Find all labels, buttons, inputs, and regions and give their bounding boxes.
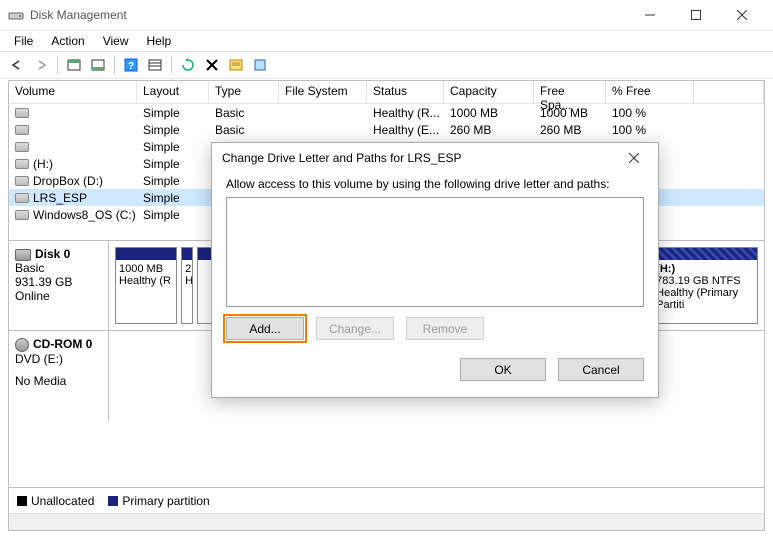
disk0-state: Online bbox=[15, 289, 102, 303]
legend-primary: Primary partition bbox=[108, 494, 209, 508]
legend-unallocated: Unallocated bbox=[17, 494, 94, 508]
drive-icon bbox=[15, 193, 29, 203]
titlebar: Disk Management bbox=[0, 0, 773, 31]
add-button[interactable]: Add... bbox=[226, 317, 304, 340]
header-status[interactable]: Status bbox=[367, 81, 444, 103]
partition[interactable]: 2H bbox=[181, 247, 193, 324]
dialog-close-button[interactable] bbox=[620, 146, 648, 170]
drive-icon bbox=[15, 176, 29, 186]
disk-icon bbox=[15, 249, 31, 261]
menubar: File Action View Help bbox=[0, 31, 773, 51]
svg-text:?: ? bbox=[128, 61, 134, 72]
cdrom-icon bbox=[15, 338, 29, 352]
drive-paths-listbox[interactable] bbox=[226, 197, 644, 307]
drive-icon bbox=[15, 125, 29, 135]
disk0-info[interactable]: Disk 0 Basic 931.39 GB Online bbox=[9, 241, 109, 330]
table-row[interactable]: SimpleBasicHealthy (R...1000 MB1000 MB10… bbox=[9, 104, 764, 121]
change-drive-letter-dialog: Change Drive Letter and Paths for LRS_ES… bbox=[211, 142, 659, 398]
settings-icon[interactable] bbox=[144, 54, 166, 76]
header-capacity[interactable]: Capacity bbox=[444, 81, 534, 103]
menu-action[interactable]: Action bbox=[43, 33, 92, 49]
drive-icon bbox=[15, 142, 29, 152]
drive-icon bbox=[15, 108, 29, 118]
minimize-button[interactable] bbox=[627, 0, 673, 30]
show-bottom-icon[interactable] bbox=[87, 54, 109, 76]
remove-button: Remove bbox=[406, 317, 484, 340]
disk0-size: 931.39 GB bbox=[15, 275, 102, 289]
partition[interactable]: 1000 MBHealthy (R bbox=[115, 247, 177, 324]
maximize-button[interactable] bbox=[673, 0, 719, 30]
primary-swatch bbox=[108, 496, 118, 506]
dialog-title: Change Drive Letter and Paths for LRS_ES… bbox=[222, 151, 461, 165]
horizontal-scrollbar[interactable] bbox=[9, 513, 764, 530]
cancel-button[interactable]: Cancel bbox=[558, 358, 644, 381]
disk0-type: Basic bbox=[15, 261, 102, 275]
ok-button[interactable]: OK bbox=[460, 358, 546, 381]
menu-file[interactable]: File bbox=[6, 33, 41, 49]
header-layout[interactable]: Layout bbox=[137, 81, 209, 103]
close-button[interactable] bbox=[719, 0, 765, 30]
toolbar: ? bbox=[0, 51, 773, 79]
drive-icon bbox=[15, 210, 29, 220]
cdrom-name: CD-ROM 0 bbox=[33, 337, 92, 351]
back-button[interactable] bbox=[6, 54, 28, 76]
properties-icon[interactable] bbox=[225, 54, 247, 76]
cdrom-info[interactable]: CD-ROM 0 DVD (E:) No Media bbox=[9, 331, 109, 421]
drive-icon bbox=[15, 159, 29, 169]
show-top-icon[interactable] bbox=[63, 54, 85, 76]
header-volume[interactable]: Volume bbox=[9, 81, 137, 103]
header-overflow[interactable] bbox=[694, 81, 764, 103]
dialog-titlebar: Change Drive Letter and Paths for LRS_ES… bbox=[212, 143, 658, 173]
table-row[interactable]: SimpleBasicHealthy (E...260 MB260 MB100 … bbox=[9, 121, 764, 138]
disk0-name: Disk 0 bbox=[35, 247, 70, 261]
disk-management-icon bbox=[8, 7, 24, 23]
help-icon[interactable]: ? bbox=[120, 54, 142, 76]
menu-help[interactable]: Help bbox=[139, 33, 180, 49]
cdrom-state: No Media bbox=[15, 374, 102, 388]
delete-icon[interactable] bbox=[201, 54, 223, 76]
menu-view[interactable]: View bbox=[95, 33, 137, 49]
header-filesystem[interactable]: File System bbox=[279, 81, 367, 103]
cdrom-type: DVD (E:) bbox=[15, 352, 102, 366]
dialog-instruction: Allow access to this volume by using the… bbox=[226, 177, 644, 191]
window-title: Disk Management bbox=[30, 8, 127, 22]
unallocated-swatch bbox=[17, 496, 27, 506]
header-free[interactable]: Free Spa... bbox=[534, 81, 606, 103]
action-icon[interactable] bbox=[249, 54, 271, 76]
volume-list-header: Volume Layout Type File System Status Ca… bbox=[9, 81, 764, 104]
forward-button[interactable] bbox=[30, 54, 52, 76]
refresh-icon[interactable] bbox=[177, 54, 199, 76]
legend: Unallocated Primary partition bbox=[9, 487, 764, 513]
header-pct[interactable]: % Free bbox=[606, 81, 694, 103]
partition[interactable]: (H:)783.19 GB NTFSHealthy (Primary Parti… bbox=[652, 247, 758, 324]
change-button: Change... bbox=[316, 317, 394, 340]
header-type[interactable]: Type bbox=[209, 81, 279, 103]
